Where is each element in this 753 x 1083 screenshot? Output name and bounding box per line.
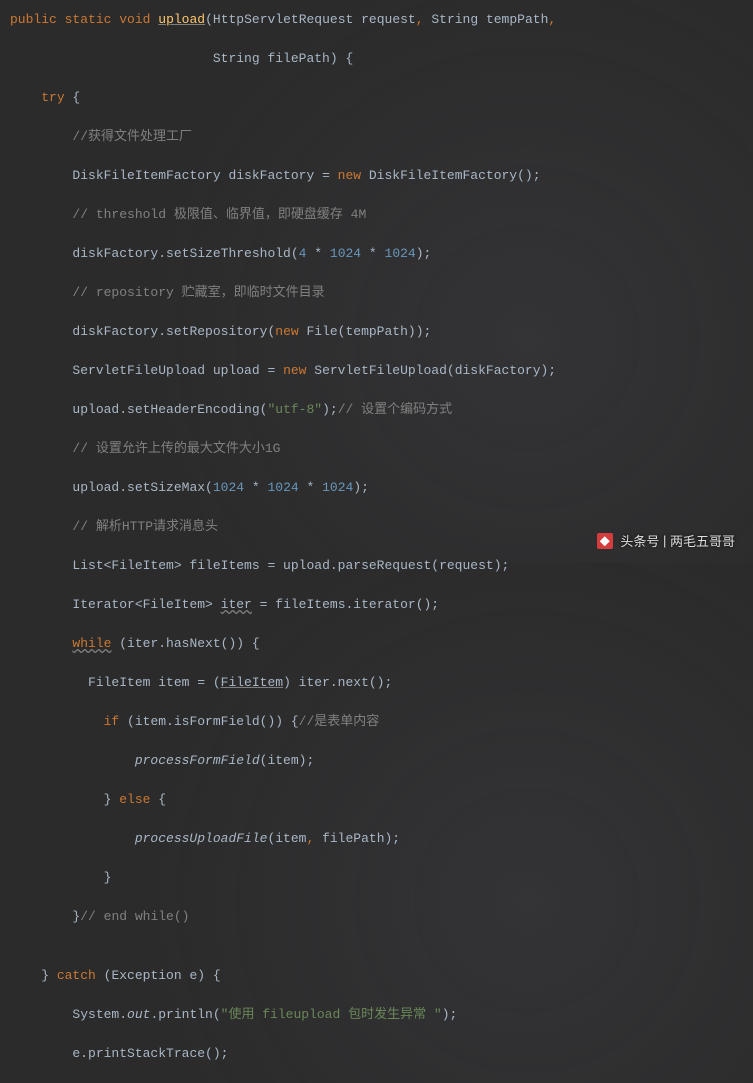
toutiao-logo-icon (597, 533, 613, 549)
watermark-name: 两毛五哥哥 (670, 532, 735, 552)
watermark: 头条号 | 两毛五哥哥 (597, 531, 735, 551)
watermark-prefix: 头条号 (620, 532, 659, 552)
